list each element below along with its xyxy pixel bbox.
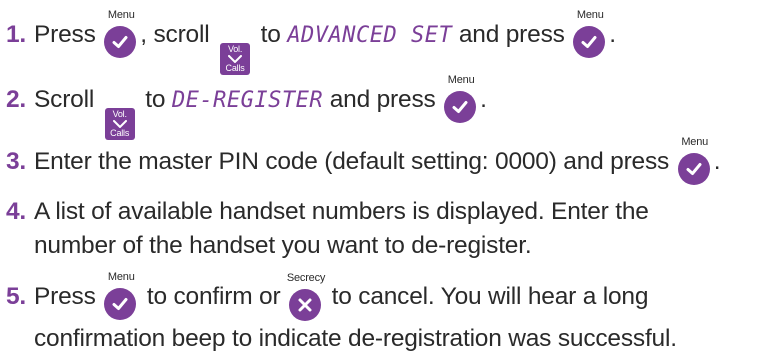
step-number: 5. [6,283,27,310]
vol-label: Vol. [112,109,127,119]
step-text: , scroll [140,21,210,48]
step-text: Press [34,283,96,310]
checkmark-icon [112,36,128,48]
vol-calls-key: Vol. Calls [104,108,135,142]
checkmark-icon [112,298,128,310]
checkmark-icon [452,101,468,113]
step-end: . [609,21,616,48]
step-text: number of the handset you want to de-reg… [34,232,532,259]
step-text: to cancel. You will hear a long [331,283,649,310]
step-text: and press [458,21,565,48]
menu-key: Menu [104,10,138,59]
step-number: 4. [6,198,27,225]
menu-key-caption: Menu [576,9,604,21]
step-4: 4. A list of available handset numbers is… [6,195,763,263]
step-3: 3. Enter the master PIN code (default set… [6,137,763,186]
step-end: . [480,86,487,113]
menu-key: Menu [573,10,607,59]
calls-label: Calls [110,128,130,138]
menu-key-caption: Menu [447,74,475,86]
step-end: . [713,148,721,175]
step-text: Press [34,21,96,48]
lcd-text: DE-REGISTER [171,88,324,113]
secrecy-key-caption: Secrecy [286,272,326,284]
lcd-text: ADVANCED SET [287,23,453,48]
step-text: to confirm or [146,283,281,310]
calls-label: Calls [225,63,245,73]
step-number: 1. [6,21,27,48]
step-text: Enter the master PIN code (default setti… [34,148,670,175]
step-text: and press [329,86,436,113]
menu-key: Menu [677,137,712,186]
menu-key-caption: Menu [681,136,709,148]
step-text: to [260,21,281,48]
vol-label: Vol. [227,44,243,54]
step-2: 2. Scroll Vol. Calls to DE-REGISTER and p… [6,75,763,142]
chevron-down-icon [112,120,127,128]
step-1: 1. Press Menu , scroll Vol. Calls to ADVA… [6,10,763,77]
step-5: 5. Press Menu to confirm or Secrecy to ca… [6,272,763,356]
checkmark-icon [581,36,597,48]
menu-key-caption: Menu [107,271,135,283]
secrecy-key: Secrecy [287,273,325,322]
vol-calls-key: Vol. Calls [220,43,251,77]
menu-key: Menu [444,75,478,124]
chevron-down-icon [228,55,243,63]
step-text: A list of available handset numbers is d… [34,198,649,225]
step-number: 2. [6,86,27,113]
menu-key-caption: Menu [107,9,135,21]
instruction-list: 1. Press Menu , scroll Vol. Calls to ADVA… [0,0,767,357]
cross-icon [298,298,312,312]
step-number: 3. [6,148,27,175]
step-text: confirmation beep to indicate de-registr… [34,325,677,352]
checkmark-icon [686,163,702,175]
step-text: Scroll [34,86,95,113]
menu-key: Menu [104,272,138,321]
step-text: to [145,86,166,113]
